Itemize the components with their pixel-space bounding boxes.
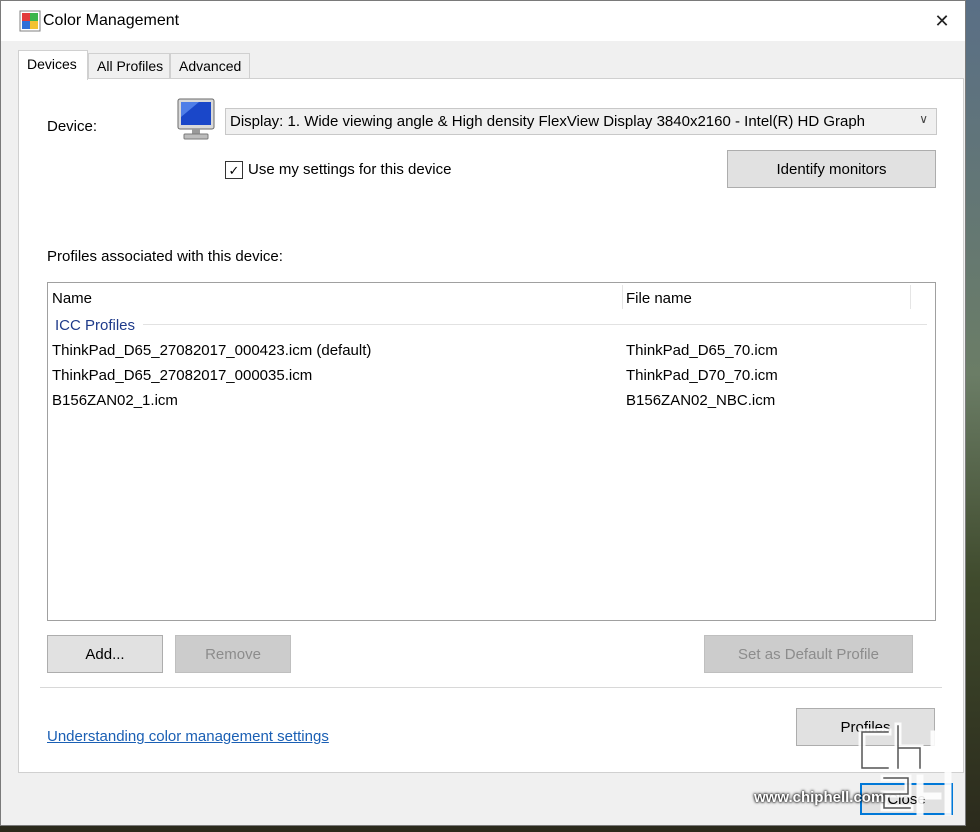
table-row[interactable]: ThinkPad_D65_27082017_000423.icm (defaul… bbox=[48, 340, 935, 365]
column-divider[interactable] bbox=[622, 285, 623, 309]
profile-file-name: ThinkPad_D70_70.icm bbox=[626, 367, 778, 384]
checkmark-icon: ✓ bbox=[228, 162, 240, 178]
tab-devices[interactable]: Devices bbox=[18, 50, 88, 80]
profile-name: ThinkPad_D65_27082017_000423.icm (defaul… bbox=[52, 342, 372, 359]
monitor-icon bbox=[177, 98, 215, 140]
remove-profile-button[interactable]: Remove bbox=[175, 635, 291, 673]
column-divider[interactable] bbox=[910, 285, 911, 309]
chevron-down-icon: ∨ bbox=[919, 112, 928, 126]
color-management-app-icon bbox=[19, 10, 41, 32]
column-header-name[interactable]: Name bbox=[52, 290, 92, 307]
color-management-window: Color Management ✕ Devices All Profiles … bbox=[0, 0, 966, 826]
column-header-file-name[interactable]: File name bbox=[626, 290, 692, 307]
tab-all-profiles[interactable]: All Profiles bbox=[88, 53, 170, 79]
window-title: Color Management bbox=[43, 12, 180, 29]
group-header-icc-profiles: ICC Profiles bbox=[55, 317, 136, 334]
tab-advanced[interactable]: Advanced bbox=[170, 53, 250, 79]
use-my-settings-label: Use my settings for this device bbox=[248, 161, 452, 178]
watermark-url: www.chiphell.com bbox=[754, 789, 885, 806]
profile-name: ThinkPad_D65_27082017_000035.icm bbox=[52, 367, 313, 384]
title-bar: Color Management ✕ bbox=[1, 1, 965, 41]
understanding-color-management-link[interactable]: Understanding color management settings bbox=[47, 728, 329, 745]
add-profile-label: Add... bbox=[85, 645, 125, 663]
profiles-associated-label: Profiles associated with this device: bbox=[47, 248, 283, 265]
divider bbox=[40, 687, 942, 688]
set-default-profile-label: Set as Default Profile bbox=[738, 645, 879, 663]
profile-name: B156ZAN02_1.icm bbox=[52, 392, 178, 409]
add-profile-button[interactable]: Add... bbox=[47, 635, 163, 673]
device-label: Device: bbox=[47, 118, 98, 135]
identify-monitors-label: Identify monitors bbox=[776, 160, 887, 178]
profile-file-name: ThinkPad_D65_70.icm bbox=[626, 342, 778, 359]
devices-tab-panel: Device: Display: 1. Wide viewing angle &… bbox=[18, 78, 964, 773]
table-row[interactable]: B156ZAN02_1.icm B156ZAN02_NBC.icm bbox=[48, 390, 935, 415]
identify-monitors-button[interactable]: Identify monitors bbox=[727, 150, 936, 188]
profiles-list[interactable]: Name File name ICC Profiles ThinkPad_D65… bbox=[47, 282, 936, 621]
remove-profile-label: Remove bbox=[205, 645, 261, 663]
device-dropdown-value: Display: 1. Wide viewing angle & High de… bbox=[230, 113, 866, 130]
device-dropdown[interactable]: Display: 1. Wide viewing angle & High de… bbox=[225, 108, 937, 135]
table-row[interactable]: ThinkPad_D65_27082017_000035.icm ThinkPa… bbox=[48, 365, 935, 390]
profile-file-name: B156ZAN02_NBC.icm bbox=[626, 392, 776, 409]
close-icon[interactable]: ✕ bbox=[919, 1, 965, 41]
use-my-settings-checkbox[interactable]: ✓ bbox=[225, 161, 243, 179]
set-default-profile-button[interactable]: Set as Default Profile bbox=[704, 635, 913, 673]
group-divider bbox=[143, 324, 927, 325]
